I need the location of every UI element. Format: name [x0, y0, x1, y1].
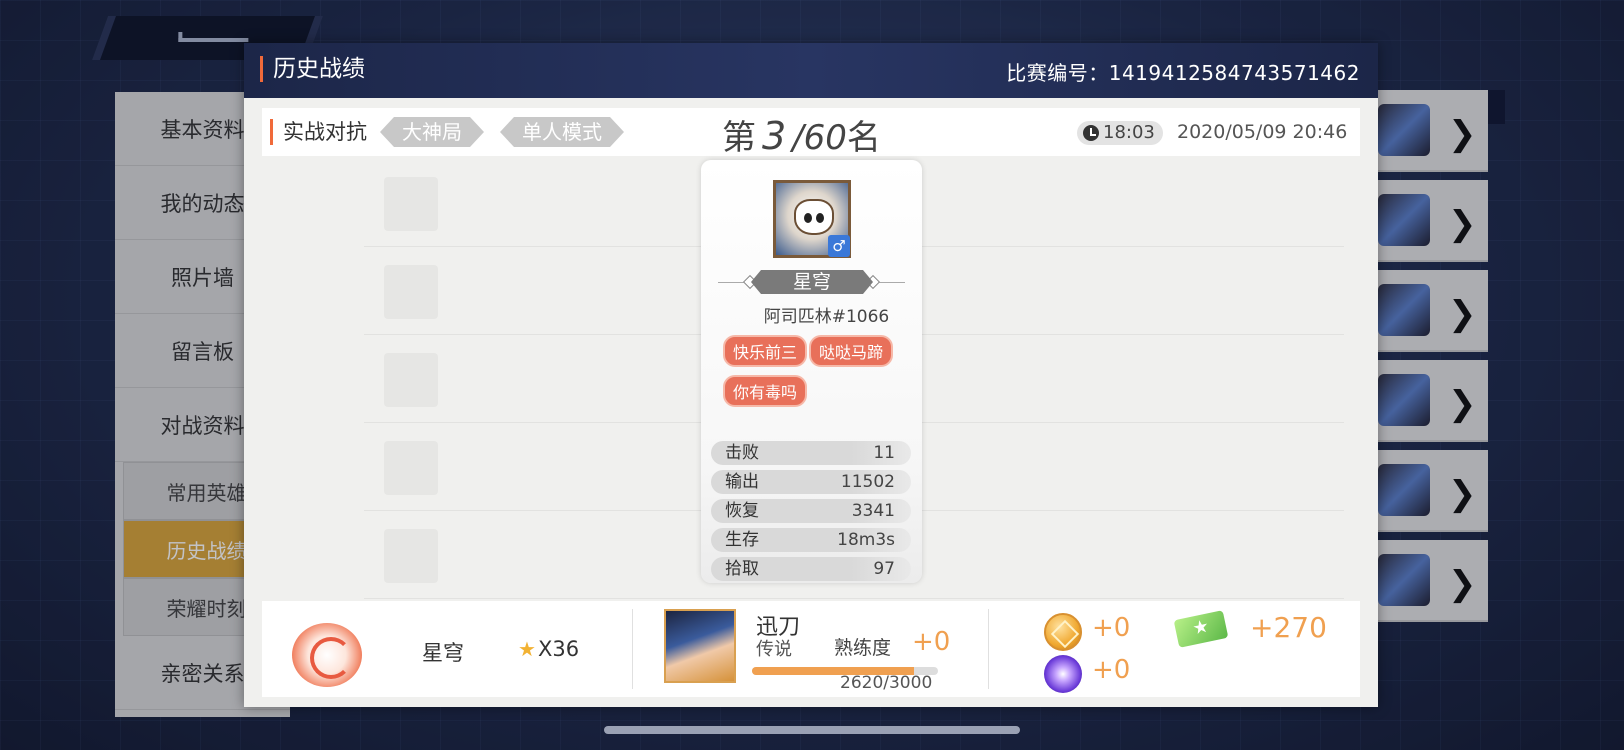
proficiency-gain: +0 — [912, 627, 951, 657]
tag-master-match: 大神局 — [380, 117, 484, 147]
badge: 你有毒吗 — [723, 375, 808, 407]
avatar — [384, 529, 438, 583]
stat-pickups: 拾取 97 — [711, 557, 911, 581]
dialog-title-bar: 历史战绩 比赛编号：1419412584743571462 — [244, 43, 1378, 98]
orb-icon — [1044, 655, 1082, 693]
tag-solo-mode: 单人模式 — [500, 117, 624, 147]
player-avatar[interactable]: ♂ — [773, 180, 851, 258]
rank-name: 星穹 — [422, 641, 464, 665]
stat-label: 生存 — [725, 530, 759, 550]
coin-icon — [1044, 613, 1082, 651]
avatar — [384, 265, 438, 319]
avatar — [384, 441, 438, 495]
avatar-face — [794, 199, 834, 235]
rank-suffix: 名 — [846, 118, 881, 158]
male-icon: ♂ — [828, 235, 850, 257]
coin-gain: +0 — [1092, 613, 1131, 643]
avatar-eye — [804, 213, 812, 223]
stat-value: 97 — [873, 559, 895, 579]
stats-list: 击败 11 输出 11502 恢复 3341 生存 18m3s 拾取 97 — [711, 441, 911, 586]
stat-value: 11 — [873, 443, 895, 463]
stat-label: 输出 — [725, 472, 759, 492]
home-indicator[interactable] — [604, 726, 1020, 734]
stat-healing: 恢复 3341 — [711, 499, 911, 523]
stat-label: 恢复 — [725, 501, 759, 521]
orb-gain: +0 — [1092, 655, 1131, 685]
mode-label: 实战对抗 — [270, 119, 367, 145]
match-datetime: 2020/05/09 20:46 — [1177, 121, 1348, 143]
avatar — [384, 177, 438, 231]
star-icon: ★ — [518, 637, 536, 661]
rewards-bar: 星穹 ★ X36 迅刀 传说 熟练度 +0 2620/3000 +0 +270 … — [262, 601, 1360, 697]
match-duration: 18:03 — [1077, 121, 1163, 145]
avatar — [384, 353, 438, 407]
ticket-icon — [1173, 610, 1229, 648]
hero-rank-nameplate: 星穹 — [751, 270, 873, 294]
divider — [632, 609, 633, 689]
divider — [988, 609, 989, 689]
stat-label: 击败 — [725, 443, 759, 463]
avatar-eye — [816, 213, 824, 223]
divider — [718, 282, 746, 283]
player-id: 阿司匹林#1066 — [763, 307, 890, 327]
badge: 哒哒马蹄 — [809, 335, 894, 367]
badge-list: 快乐前三 哒哒马蹄 你有毒吗 — [723, 335, 913, 415]
proficiency-progress: 2620/3000 — [840, 673, 933, 693]
badge: 快乐前三 — [723, 335, 808, 367]
player-card: ♂ 星穹 阿司匹林#1066 快乐前三 哒哒马蹄 你有毒吗 击败 11 输出 1150… — [701, 160, 922, 583]
rank-emblem-icon — [292, 623, 362, 687]
clock-icon — [1083, 125, 1099, 141]
rank-prefix: 第 — [722, 118, 756, 158]
rank-value: 3 — [762, 114, 787, 158]
stat-survival: 生存 18m3s — [711, 528, 911, 552]
stat-value: 18m3s — [837, 530, 895, 550]
ticket-gain: +270 — [1250, 611, 1327, 644]
divider — [877, 282, 905, 283]
stat-kills: 击败 11 — [711, 441, 911, 465]
match-id: 比赛编号：1419412584743571462 — [1006, 61, 1360, 85]
hero-rank: 传说 — [756, 639, 792, 660]
dialog-title: 历史战绩 — [260, 56, 365, 82]
duration-text: 18:03 — [1103, 122, 1155, 143]
stat-value: 11502 — [840, 472, 895, 492]
stat-value: 3341 — [851, 501, 895, 521]
hero-portrait — [664, 609, 736, 683]
stat-label: 拾取 — [725, 559, 759, 579]
stat-damage: 输出 11502 — [711, 470, 911, 494]
star-count: X36 — [538, 637, 580, 661]
proficiency-label: 熟练度 — [834, 637, 892, 659]
rank-total: /60 — [792, 118, 847, 158]
match-history-dialog: 历史战绩 比赛编号：1419412584743571462 实战对抗 大神局 单… — [244, 43, 1378, 707]
placement: 第 3/60名 — [722, 110, 881, 159]
match-info-bar: 实战对抗 大神局 单人模式 第 3/60名 18:03 2020/05/09 20… — [262, 108, 1360, 159]
